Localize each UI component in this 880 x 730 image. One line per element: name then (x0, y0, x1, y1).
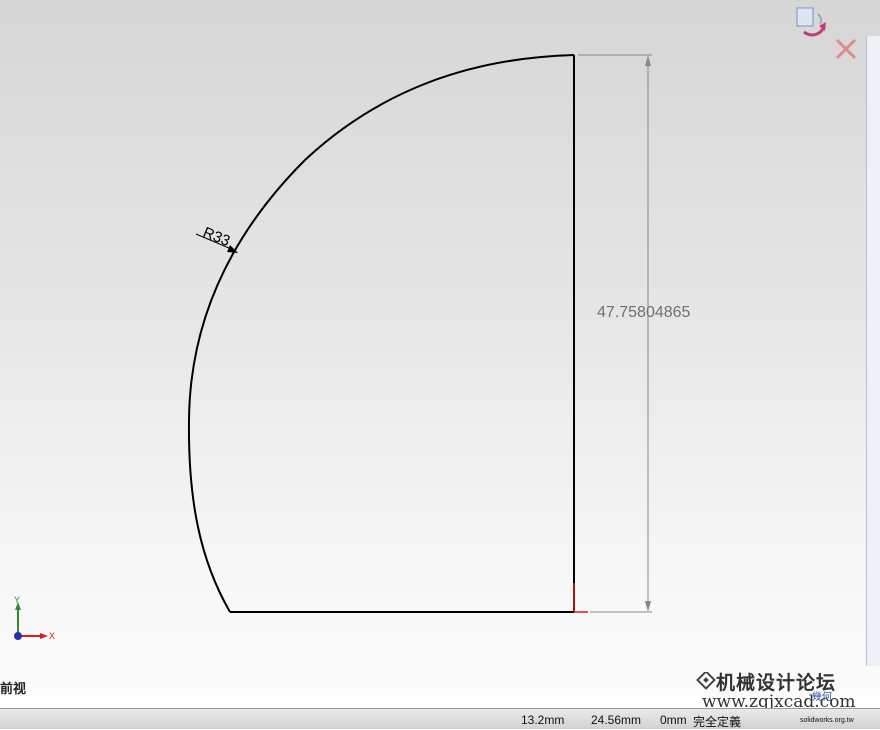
forum-watermark: 机械设计论坛 www.zgjxcad.com 幾何 (692, 668, 880, 712)
sketch-origin-icon (573, 583, 588, 613)
coordinate-triad: Y X (14, 595, 55, 641)
dimension-arrow-top-icon (645, 55, 651, 66)
task-pane-edge[interactable] (866, 36, 880, 666)
watermark-small-url: solidworks.org.tw (800, 717, 854, 724)
view-name-label: 前视 (0, 681, 27, 696)
triad-x-label: X (49, 631, 55, 641)
graphics-viewport[interactable]: 47.75804865 R33 Y X (0, 0, 880, 696)
triad-y-label: Y (14, 595, 20, 605)
confirm-rebuild-icon[interactable] (796, 7, 826, 37)
sketch-canvas[interactable]: 47.75804865 R33 Y X (0, 0, 880, 696)
sketch-status-text: 完全定義 (693, 715, 742, 729)
status-y-coordinate: 24.56mm (591, 713, 642, 727)
status-z-coordinate: 0mm (660, 713, 687, 727)
dimension-value[interactable]: 47.75804865 (597, 304, 691, 321)
status-bar: 13.2mm 24.56mm 0mm 完全定義 solidworks.org.t… (0, 708, 880, 729)
sketch-arc[interactable] (187, 54, 575, 613)
status-x-coordinate: 13.2mm (521, 713, 565, 727)
cancel-sketch-icon[interactable] (835, 38, 857, 60)
radius-label[interactable]: R33 (201, 224, 233, 250)
confirmation-corner (792, 4, 862, 64)
watermark-logo-text: 幾何 (812, 692, 832, 703)
dimension-arrow-bottom-icon (645, 601, 651, 612)
